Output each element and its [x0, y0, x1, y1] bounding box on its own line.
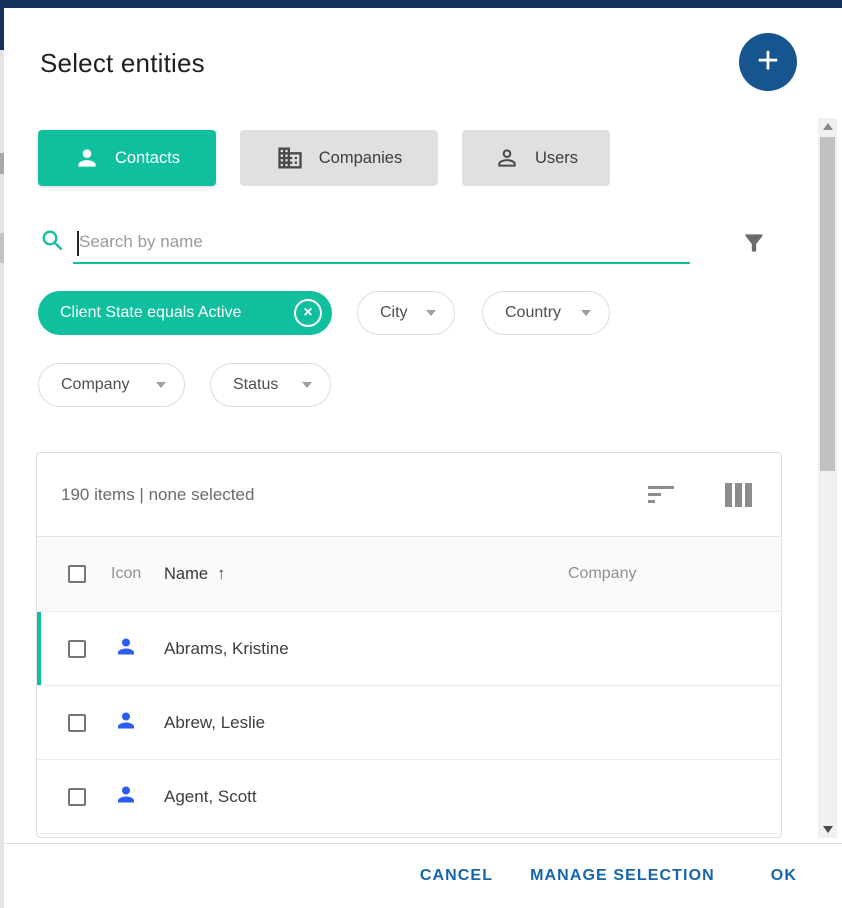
- chip-label: Client State equals Active: [60, 304, 294, 322]
- tab-users[interactable]: Users: [462, 130, 610, 186]
- manage-selection-button[interactable]: MANAGE SELECTION: [530, 867, 715, 885]
- person-icon: [74, 145, 100, 171]
- search-icon: [40, 228, 64, 257]
- sort-icon[interactable]: [648, 486, 674, 503]
- select-entities-dialog-screen: Select entities + Contacts Companies: [0, 0, 842, 908]
- column-header-company[interactable]: Company: [568, 565, 636, 583]
- person-outline-icon: [494, 145, 520, 171]
- table-header-row: Icon Name ↑ Company: [37, 536, 781, 611]
- building-icon: [276, 144, 304, 172]
- sort-ascending-icon: ↑: [217, 564, 226, 584]
- chevron-down-icon: [426, 310, 436, 316]
- column-header-icon: Icon: [111, 565, 141, 583]
- row-name: Abrew, Leslie: [164, 713, 265, 733]
- filter-chip-city[interactable]: City: [357, 291, 455, 335]
- row-name: Agent, Scott: [164, 787, 257, 807]
- row-name: Abrams, Kristine: [164, 639, 289, 659]
- chevron-down-icon: [156, 382, 166, 388]
- row-checkbox[interactable]: [68, 788, 86, 806]
- filter-chip-status[interactable]: Status: [210, 363, 331, 407]
- chip-label: City: [380, 304, 408, 322]
- tab-contacts[interactable]: Contacts: [38, 130, 216, 186]
- list-toolbar: 190 items | none selected: [37, 453, 781, 536]
- filter-chip-company[interactable]: Company: [38, 363, 185, 407]
- scroll-down-arrow-icon[interactable]: [818, 821, 837, 838]
- plus-icon: +: [757, 42, 779, 80]
- table-row[interactable]: Abrams, Kristine: [37, 611, 781, 685]
- cancel-button[interactable]: CANCEL: [420, 867, 493, 885]
- contact-person-icon: [114, 634, 138, 663]
- table-row[interactable]: Abrew, Leslie: [37, 685, 781, 759]
- scrollbar-thumb[interactable]: [820, 137, 835, 471]
- add-entity-button[interactable]: +: [739, 33, 797, 91]
- vertical-scrollbar[interactable]: [818, 118, 837, 838]
- results-list-card: 190 items | none selected Icon Name ↑: [36, 452, 782, 838]
- remove-filter-icon[interactable]: ×: [294, 299, 322, 327]
- filter-chip-client-state[interactable]: Client State equals Active ×: [38, 291, 332, 335]
- table-row[interactable]: Agent, Scott: [37, 759, 781, 833]
- row-focus-accent: [37, 612, 41, 685]
- column-header-name[interactable]: Name ↑: [164, 564, 226, 584]
- page-left-edge-segment: [0, 153, 4, 174]
- row-checkbox[interactable]: [68, 640, 86, 658]
- dialog-title: Select entities: [40, 48, 205, 79]
- contact-person-icon: [114, 782, 138, 811]
- tab-label: Companies: [319, 149, 402, 168]
- page-left-edge-navy: [0, 8, 4, 50]
- dialog-footer: CANCEL MANAGE SELECTION OK: [4, 844, 842, 908]
- text-cursor: [77, 231, 79, 256]
- chip-label: Country: [505, 304, 561, 322]
- chevron-down-icon: [302, 382, 312, 388]
- chevron-down-icon: [581, 310, 591, 316]
- select-all-checkbox[interactable]: [68, 565, 86, 583]
- items-summary: 190 items | none selected: [61, 485, 648, 505]
- page-left-edge-segment: [0, 233, 4, 263]
- columns-icon[interactable]: [725, 483, 752, 507]
- scroll-up-arrow-icon[interactable]: [818, 118, 837, 135]
- tab-label: Users: [535, 149, 578, 168]
- filter-chip-country[interactable]: Country: [482, 291, 610, 335]
- chip-label: Status: [233, 376, 278, 394]
- page-left-edge: [0, 8, 4, 908]
- entity-type-tabs: Contacts Companies Users: [38, 130, 610, 186]
- ok-button[interactable]: OK: [771, 867, 797, 885]
- filter-icon[interactable]: [741, 230, 771, 260]
- contact-person-icon: [114, 708, 138, 737]
- page-top-edge: [0, 0, 842, 8]
- select-entities-dialog: Select entities + Contacts Companies: [4, 8, 842, 908]
- list-end-divider: [37, 833, 781, 838]
- search-input[interactable]: [73, 222, 690, 264]
- row-checkbox[interactable]: [68, 714, 86, 732]
- tab-label: Contacts: [115, 149, 180, 168]
- chip-label: Company: [61, 376, 129, 394]
- tab-companies[interactable]: Companies: [240, 130, 438, 186]
